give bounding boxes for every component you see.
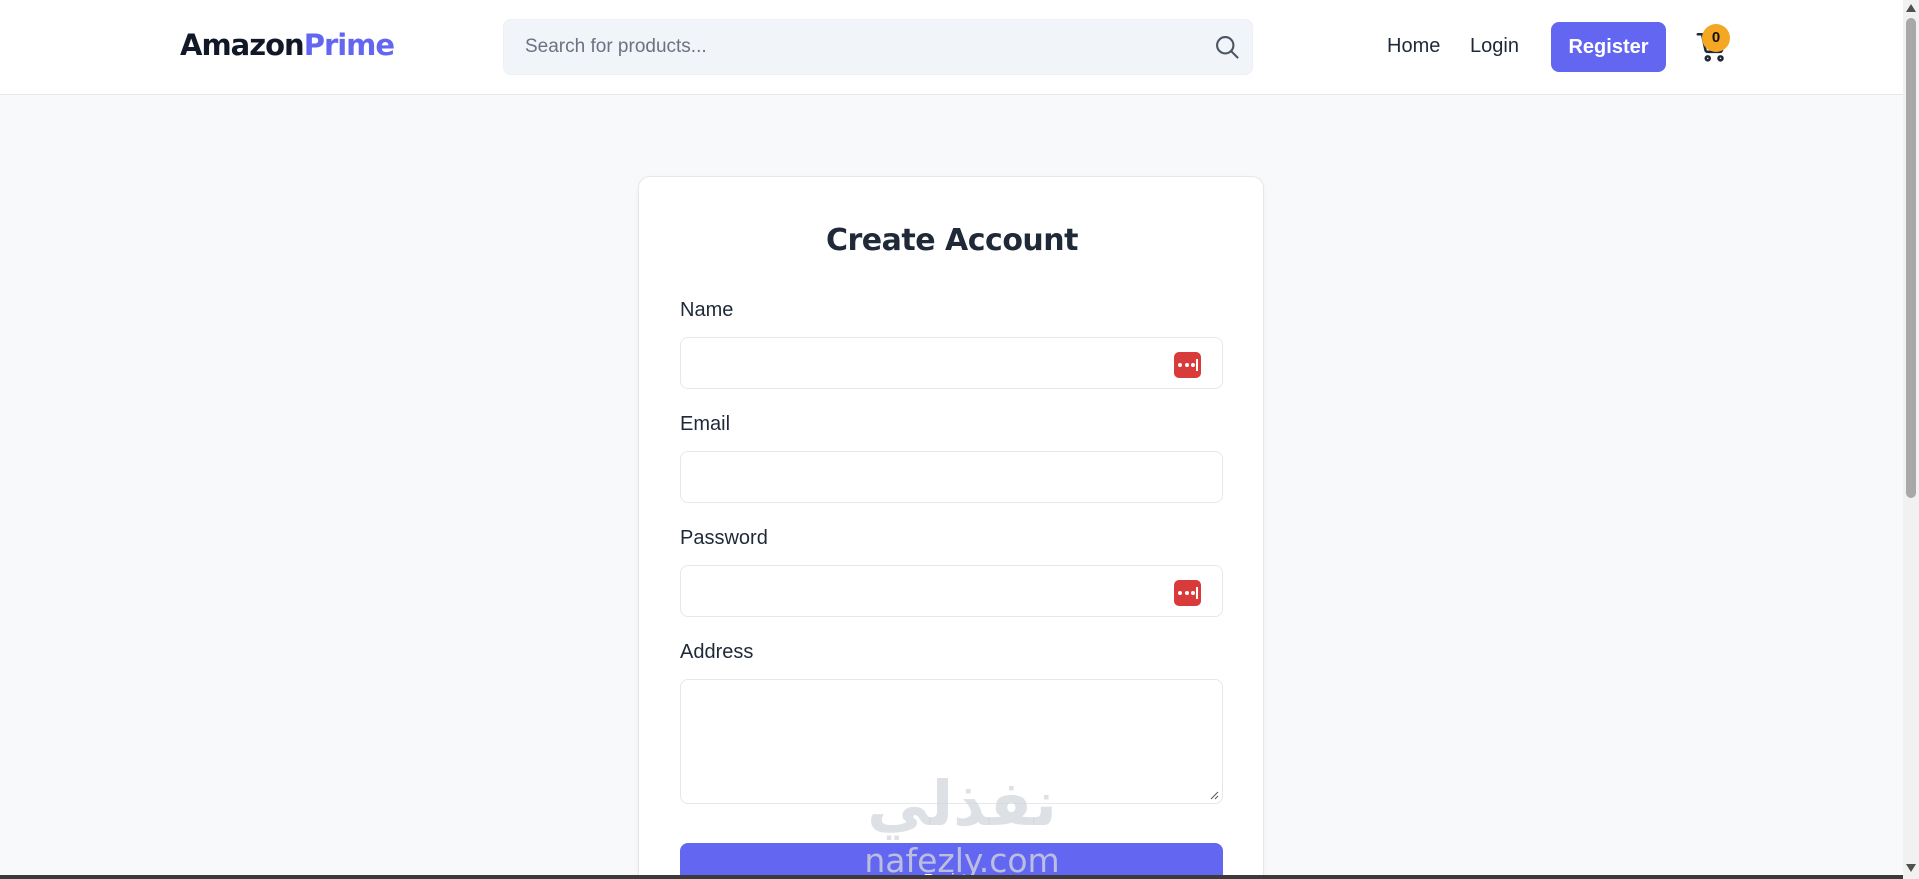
page-title: Create Account	[826, 223, 1078, 258]
logo-main: Amazon	[180, 28, 305, 62]
search-icon[interactable]	[1213, 33, 1241, 61]
search-input[interactable]	[504, 20, 1194, 74]
name-field[interactable]	[681, 338, 1222, 388]
nav-register-button[interactable]: Register	[1551, 22, 1666, 72]
password-field[interactable]	[681, 566, 1222, 616]
address-field-wrapper	[680, 679, 1223, 804]
name-field-wrapper	[680, 337, 1223, 389]
name-label: Name	[680, 299, 734, 321]
logo-accent: Prime	[303, 28, 395, 62]
scroll-thumb[interactable]	[1906, 18, 1916, 498]
top-navbar: AmazonPrime Home Login Register 0	[0, 0, 1903, 95]
email-label: Email	[680, 413, 731, 435]
email-field[interactable]	[681, 452, 1222, 502]
resize-grip-icon[interactable]	[1209, 790, 1219, 800]
password-label: Password	[680, 527, 768, 549]
email-field-wrapper	[680, 451, 1223, 503]
password-field-wrapper	[680, 565, 1223, 617]
scroll-down-arrow-icon[interactable]	[1906, 864, 1916, 872]
site-logo[interactable]: AmazonPrime	[180, 28, 395, 62]
page-scrollbar[interactable]	[1903, 0, 1919, 879]
password-manager-icon[interactable]	[1174, 352, 1201, 378]
address-field[interactable]	[681, 680, 1222, 803]
cart-count-badge: 0	[1702, 24, 1730, 52]
address-label: Address	[680, 641, 754, 663]
nav-home-link[interactable]: Home	[1387, 35, 1440, 58]
search-bar	[503, 19, 1253, 75]
password-manager-icon[interactable]	[1174, 580, 1201, 606]
scroll-up-arrow-icon[interactable]	[1906, 4, 1916, 12]
register-submit-button[interactable]: Register	[680, 843, 1223, 879]
bottom-edge-line	[0, 875, 1903, 879]
nav-login-link[interactable]: Login	[1470, 35, 1519, 58]
register-card: Create Account Name Email Password Addre…	[638, 176, 1264, 879]
